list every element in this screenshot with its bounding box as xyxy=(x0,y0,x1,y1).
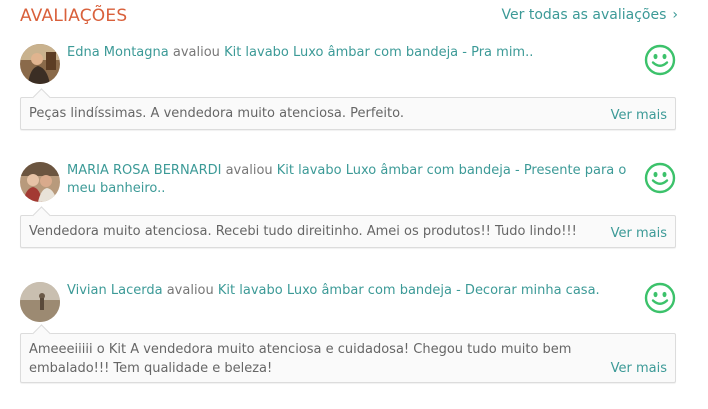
review-comment-box: Vendedora muito atenciosa. Recebi tudo d… xyxy=(20,215,676,248)
see-all-label: Ver todas as avaliações xyxy=(501,7,667,23)
review-item: Edna Montagna avaliou Kit lavabo Luxo âm… xyxy=(20,44,676,130)
reviews-header: AVALIAÇÕES Ver todas as avaliações › xyxy=(20,6,678,28)
see-more-link[interactable]: Ver mais xyxy=(611,108,667,123)
review-comment: Ameeeiiiii o Kit A vendedora muito atenc… xyxy=(29,342,572,376)
review-meta: Vivian Lacerda avaliou Kit lavabo Luxo â… xyxy=(67,282,642,300)
avatar[interactable] xyxy=(20,162,60,202)
review-verb: avaliou xyxy=(225,163,273,178)
review-meta: Edna Montagna avaliou Kit lavabo Luxo âm… xyxy=(67,44,642,62)
review-meta: MARIA ROSA BERNARDI avaliou Kit lavabo L… xyxy=(67,162,642,198)
product-link[interactable]: Kit lavabo Luxo âmbar com bandeja - Deco… xyxy=(218,283,600,298)
reviewer-name-link[interactable]: MARIA ROSA BERNARDI xyxy=(67,163,221,178)
reviewer-name-link[interactable]: Edna Montagna xyxy=(67,45,169,60)
see-more-link[interactable]: Ver mais xyxy=(611,226,667,241)
chevron-right-icon: › xyxy=(672,7,678,23)
review-verb: avaliou xyxy=(166,283,214,298)
smiley-happy-icon xyxy=(644,162,676,194)
review-comment: Vendedora muito atenciosa. Recebi tudo d… xyxy=(29,224,577,239)
product-link[interactable]: Kit lavabo Luxo âmbar com bandeja - Pra … xyxy=(224,45,533,60)
reviewer-name-link[interactable]: Vivian Lacerda xyxy=(67,283,163,298)
smiley-happy-icon xyxy=(644,44,676,76)
smiley-happy-icon xyxy=(644,282,676,314)
see-all-reviews-link[interactable]: Ver todas as avaliações › xyxy=(502,7,678,23)
review-item: Vivian Lacerda avaliou Kit lavabo Luxo â… xyxy=(20,282,676,384)
avatar[interactable] xyxy=(20,282,60,322)
review-verb: avaliou xyxy=(172,45,220,60)
review-comment: Peças lindíssimas. A vendedora muito ate… xyxy=(29,106,404,121)
review-comment-box: Ameeeiiiii o Kit A vendedora muito atenc… xyxy=(20,333,676,383)
review-item: MARIA ROSA BERNARDI avaliou Kit lavabo L… xyxy=(20,162,676,250)
section-title: AVALIAÇÕES xyxy=(20,6,128,26)
avatar[interactable] xyxy=(20,44,60,84)
review-comment-box: Peças lindíssimas. A vendedora muito ate… xyxy=(20,97,676,130)
see-more-link[interactable]: Ver mais xyxy=(611,361,667,376)
